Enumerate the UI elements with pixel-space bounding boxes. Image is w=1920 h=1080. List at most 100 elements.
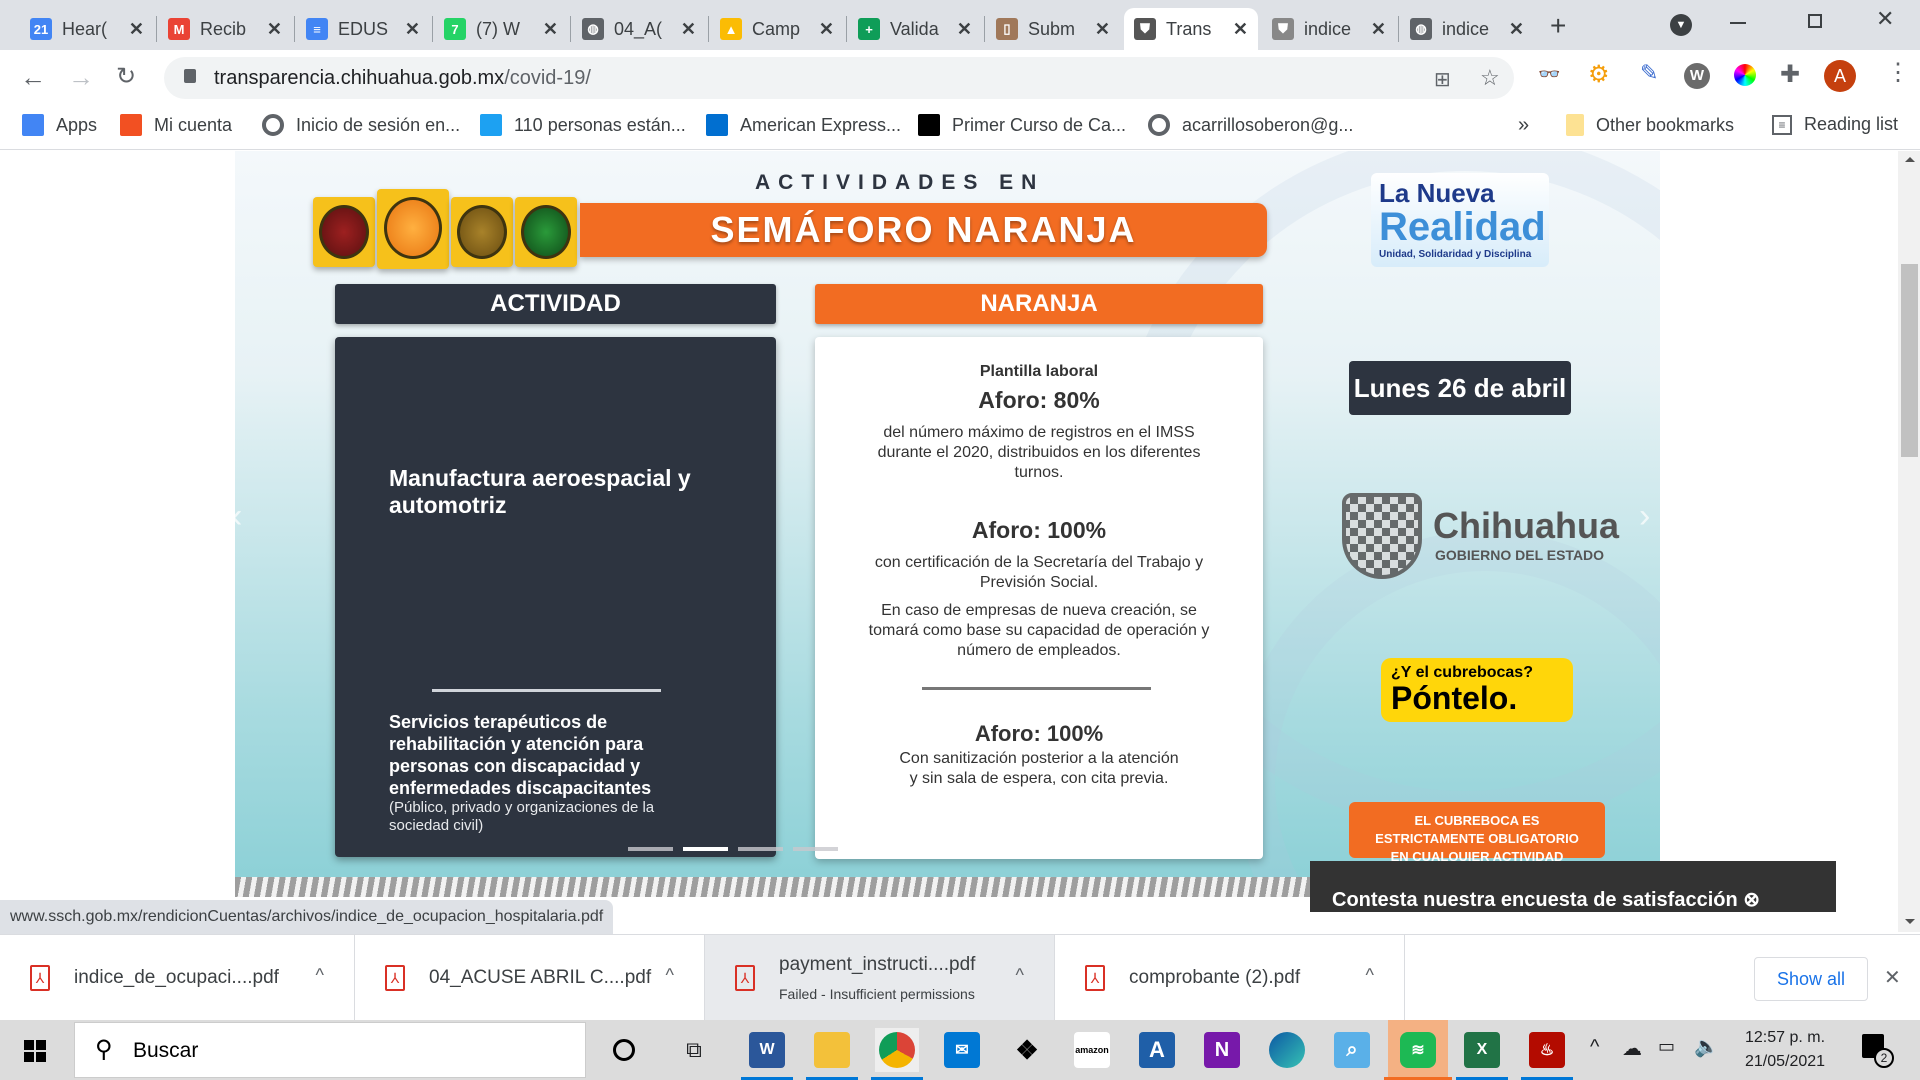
close-downloads-button[interactable]: ✕ (1884, 965, 1901, 990)
extension-glasses-icon[interactable]: 👓 (1538, 64, 1560, 85)
close-tab-icon[interactable]: ✕ (1371, 19, 1386, 40)
close-tab-icon[interactable]: ✕ (1233, 19, 1248, 40)
tab-8[interactable]: ▯ Subm ✕ (986, 8, 1120, 50)
excel-taskbar-icon[interactable]: X (1456, 1028, 1508, 1080)
bookmark-item[interactable]: acarrillosoberon@g... (1148, 114, 1353, 136)
tab-search-button[interactable]: ▼ (1670, 14, 1692, 36)
tab-title: indice (1304, 18, 1352, 39)
task-view-button[interactable]: ⧉ (672, 1028, 716, 1072)
file-explorer-taskbar-icon[interactable] (806, 1028, 858, 1080)
cortana-button[interactable] (602, 1028, 646, 1072)
chevron-up-icon[interactable]: ^ (1016, 965, 1024, 986)
scroll-down-arrow[interactable] (1905, 919, 1915, 924)
close-tab-icon[interactable]: ✕ (819, 19, 834, 40)
volume-icon[interactable]: 🔈 (1694, 1034, 1719, 1059)
survey-button[interactable]: Contesta nuestra encuesta de satisfacció… (1310, 861, 1836, 912)
bookmark-item[interactable]: Inicio de sesión en... (262, 114, 460, 136)
address-bar[interactable]: transparencia.chihuahua.gob.mx/covid-19/… (164, 57, 1514, 99)
tab-4[interactable]: 7 (7) W ✕ (434, 8, 568, 50)
carousel-prev-arrow[interactable]: ‹ (235, 497, 242, 536)
tab-1[interactable]: 21 Hear(✕ (20, 8, 154, 50)
carousel-dot[interactable] (738, 847, 783, 851)
bookmark-item[interactable]: Primer Curso de Ca... (918, 114, 1126, 136)
download-item[interactable]: ⅄ indice_de_ocupaci....pdf ^ (0, 935, 355, 1021)
app-a-taskbar-icon[interactable]: A (1135, 1028, 1179, 1072)
profile-avatar[interactable]: A (1824, 60, 1856, 92)
page-scrollbar[interactable] (1898, 151, 1920, 932)
forward-button[interactable]: → (68, 62, 94, 93)
taskbar-search-box[interactable]: ⚲ Buscar (74, 1022, 586, 1078)
show-all-downloads-button[interactable]: Show all (1754, 957, 1868, 1001)
word-taskbar-icon[interactable]: W (741, 1028, 793, 1080)
edge-taskbar-icon[interactable] (1265, 1028, 1309, 1072)
extension-eyedropper-icon[interactable]: ✎ (1640, 60, 1658, 86)
battery-icon[interactable]: ▭ (1658, 1036, 1675, 1057)
bookmarks-overflow-button[interactable]: » (1518, 114, 1529, 137)
tab-10[interactable]: ⛊ indice ✕ (1262, 8, 1396, 50)
close-tab-icon[interactable]: ✕ (957, 19, 972, 40)
extension-colorwheel-icon[interactable] (1734, 64, 1756, 86)
tab-grid-icon[interactable]: ⊞ (1434, 67, 1451, 92)
back-button[interactable]: ← (20, 62, 46, 93)
windows-start-button[interactable] (24, 1040, 46, 1062)
tab-2[interactable]: M Recib ✕ (158, 8, 292, 50)
scroll-up-arrow[interactable] (1905, 157, 1915, 162)
bookmark-item[interactable]: Apps (22, 114, 97, 136)
close-tab-icon[interactable]: ✕ (129, 19, 144, 40)
carousel-dot[interactable] (793, 847, 838, 851)
show-hidden-icons-chevron[interactable]: ^ (1590, 1036, 1599, 1059)
tab-6[interactable]: ▲ Camp ✕ (710, 8, 844, 50)
extension-accessibility-icon[interactable]: ⚙ (1588, 60, 1610, 89)
close-tab-icon[interactable]: ✕ (681, 19, 696, 40)
close-tab-icon[interactable]: ✕ (405, 19, 420, 40)
tab-9[interactable]: ⛊ Trans ✕ (1124, 8, 1258, 50)
tab-7[interactable]: + Valida ✕ (848, 8, 982, 50)
url-text[interactable]: transparencia.chihuahua.gob.mx/covid-19/ (214, 67, 591, 90)
chevron-up-icon[interactable]: ^ (316, 965, 324, 986)
acrobat-taskbar-icon[interactable]: ♨ (1521, 1028, 1573, 1080)
carousel-dot[interactable] (683, 847, 728, 851)
carousel-dot[interactable] (628, 847, 673, 851)
spotify-taskbar-icon[interactable]: ≋ (1384, 1020, 1452, 1080)
bookmark-item[interactable]: Mi cuenta (120, 114, 232, 136)
carousel-next-arrow[interactable]: › (1639, 497, 1650, 536)
bookmark-star-icon[interactable]: ☆ (1480, 65, 1500, 91)
new-tab-button[interactable]: + (1550, 10, 1566, 42)
tab-strip: 21 Hear(✕ M Recib ✕ ≡ EDUS ✕ 7 (7) W ✕ ◍ 04_A(✕ ▲ Camp… (0, 0, 1920, 50)
close-tab-icon[interactable]: ✕ (1509, 19, 1524, 40)
download-filename: payment_instructi....pdf (779, 954, 976, 975)
amazon-taskbar-icon[interactable]: amazon (1070, 1028, 1114, 1072)
bookmark-item[interactable]: American Express... (706, 114, 901, 136)
reload-button[interactable]: ↻ (116, 62, 136, 91)
download-item[interactable]: ⅄ comprobante (2).pdf ^ (1055, 935, 1405, 1021)
download-item[interactable]: ⅄ payment_instructi....pdf Failed - Insuff… (705, 935, 1055, 1021)
menu-kebab-icon[interactable]: ⋮ (1886, 58, 1910, 87)
mail-taskbar-icon[interactable]: ✉ (940, 1028, 984, 1072)
activity-manufactura: Manufactura aeroespacial y automotriz (389, 465, 691, 518)
chevron-up-icon[interactable]: ^ (666, 965, 674, 986)
chevron-up-icon[interactable]: ^ (1366, 965, 1374, 986)
close-tab-icon[interactable]: ✕ (543, 19, 558, 40)
magnifier-taskbar-icon[interactable]: ⌕ (1330, 1028, 1374, 1072)
tab-5[interactable]: ◍ 04_A(✕ (572, 8, 706, 50)
close-tab-icon[interactable]: ✕ (267, 19, 282, 40)
other-bookmarks[interactable]: Other bookmarks (1566, 114, 1734, 136)
tab-11[interactable]: ◍ indice ✕ (1400, 8, 1534, 50)
minimize-button[interactable] (1730, 22, 1746, 24)
download-item[interactable]: ⅄ 04_ACUSE ABRIL C....pdf ^ (355, 935, 705, 1021)
close-window-button[interactable]: ✕ (1876, 6, 1894, 32)
tab-3[interactable]: ≡ EDUS ✕ (296, 8, 430, 50)
extension-w-icon[interactable]: W (1684, 63, 1710, 89)
scroll-thumb[interactable] (1901, 264, 1918, 457)
chrome-taskbar-icon[interactable] (871, 1028, 923, 1080)
bookmark-item[interactable]: 110 personas están... (480, 114, 686, 136)
dropbox-taskbar-icon[interactable]: ❖ (1005, 1028, 1049, 1072)
onedrive-icon[interactable]: ☁ (1622, 1036, 1642, 1061)
bookmark-label: American Express... (740, 114, 902, 135)
restore-button[interactable] (1808, 14, 1822, 28)
onenote-taskbar-icon[interactable]: N (1200, 1028, 1244, 1072)
close-tab-icon[interactable]: ✕ (1095, 19, 1110, 40)
reading-list[interactable]: ≡ Reading list (1772, 114, 1898, 135)
clock[interactable]: 12:57 p. m. 21/05/2021 (1730, 1026, 1840, 1074)
extensions-puzzle-icon[interactable]: ✚ (1780, 60, 1800, 89)
